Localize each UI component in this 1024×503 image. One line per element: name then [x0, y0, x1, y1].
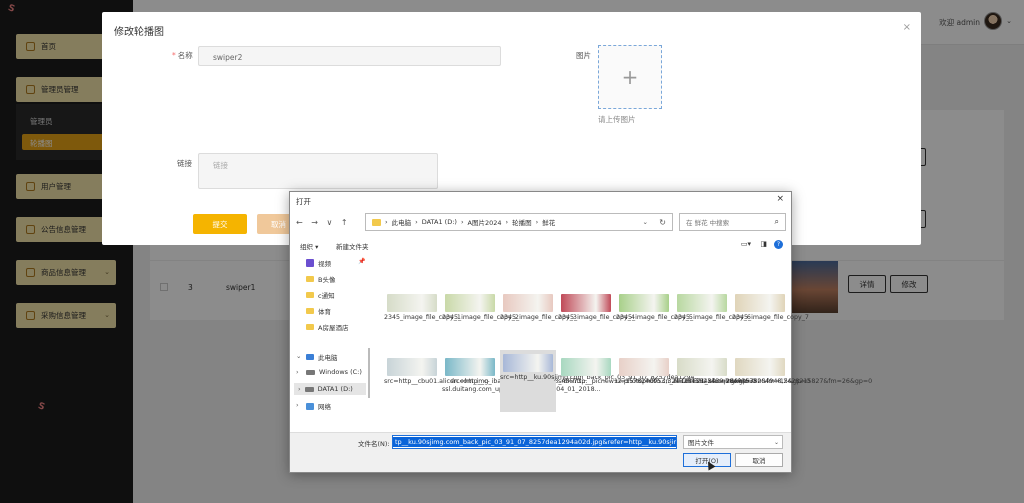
drive-icon	[304, 386, 314, 392]
tree-item-this-pc[interactable]: 此电脑	[306, 352, 338, 362]
nav-arrows[interactable]: ← → ∨ ↑	[296, 218, 351, 227]
file-thumbnail	[503, 294, 553, 312]
file-item[interactable]: src=http__picnew12.photophoto.cn_2018062…	[558, 354, 755, 386]
upload-tip: 请上传图片	[598, 115, 636, 124]
filetype-select[interactable]: 图片文件 ⌄	[683, 435, 783, 449]
file-item[interactable]: src=http__cbu01.alicdn.com_img_ibank_201…	[384, 354, 588, 386]
file-item[interactable]: u=2047823439,984945750&fm=15&gp=0	[674, 354, 810, 386]
file-thumbnail	[387, 294, 437, 312]
chevron-right-icon[interactable]: ›	[296, 368, 299, 376]
breadcrumb[interactable]: DATA1 (D:)	[422, 218, 457, 226]
dialog-footer: 文件名(N): tp__ku.90sjimg.com_back_pic_03_9…	[290, 432, 791, 472]
file-item[interactable]: 2345_image_file_copy_6	[674, 290, 751, 322]
breadcrumb[interactable]: 此电脑	[392, 217, 412, 227]
file-open-dialog: 打开 × ← → ∨ ↑ › 此电脑 › DATA1 (D:) › A图片2024 ›…	[289, 191, 872, 473]
folder-icon	[372, 218, 381, 226]
search-icon: ⌕	[774, 217, 779, 226]
tree-scrollbar[interactable]	[368, 348, 370, 398]
file-thumbnail	[735, 358, 785, 376]
filename-label: 文件名(N):	[358, 440, 390, 448]
breadcrumb[interactable]: 轮播图	[512, 217, 532, 227]
image-upload[interactable]: +	[598, 45, 662, 109]
drive-icon	[306, 369, 315, 375]
file-item[interactable]: 2345_image_file_copy_7	[732, 290, 809, 322]
file-thumbnail	[561, 294, 611, 312]
link-label: 链接	[177, 159, 192, 168]
chevron-down-icon[interactable]: ⌄	[643, 218, 648, 226]
chevron-right-icon[interactable]: ›	[296, 401, 299, 409]
folder-icon	[306, 292, 314, 298]
chevron-down-icon[interactable]: ⌄	[296, 352, 301, 360]
tree-item-folder[interactable]: A房屋酒店	[306, 322, 348, 332]
network-icon	[306, 402, 314, 410]
tree-item-folder[interactable]: 体育	[306, 306, 331, 316]
dialog-cancel-button[interactable]: 取消	[735, 453, 783, 467]
chevron-down-icon[interactable]: ⌄	[668, 439, 673, 446]
file-item[interactable]: 2345_image_file_copy_3	[500, 290, 577, 322]
close-icon[interactable]: ×	[776, 194, 784, 204]
dialog-toolbar: 组织 ▾ 新建文件夹 ▭▾ ◨ ?	[290, 237, 791, 253]
file-item[interactable]: src=http__c-ssl.duitang.com_uploads_item…	[442, 354, 601, 394]
breadcrumb[interactable]: A图片2024	[468, 217, 502, 227]
file-item[interactable]: 2345_image_file_copy_1	[384, 290, 461, 322]
file-thumbnail	[735, 294, 785, 312]
filename-input[interactable]: tp__ku.90sjimg.com_back_pic_03_91_07_825…	[392, 435, 677, 449]
file-thumbnail	[387, 358, 437, 376]
refresh-icon[interactable]: ↻	[659, 218, 666, 227]
file-item[interactable]: 2345_image_file_copy_4	[558, 290, 635, 322]
plus-icon: +	[621, 65, 639, 89]
preview-pane-icon[interactable]: ◨	[760, 240, 767, 248]
folder-icon	[306, 276, 314, 282]
file-thumbnail	[619, 294, 669, 312]
file-list: 2345_image_file_copy_1 2345_image_file_c…	[374, 254, 872, 432]
dialog-title: 打开	[296, 197, 311, 206]
file-item[interactable]: 2345_image_file_copy_5	[616, 290, 693, 322]
video-icon	[306, 259, 314, 267]
tree-item-network[interactable]: 网络	[306, 401, 331, 411]
name-label: * 名称	[172, 51, 193, 60]
folder-icon	[306, 308, 314, 314]
tree-item-folder[interactable]: B头像	[306, 274, 335, 284]
tree-item-folder[interactable]: c通知	[306, 290, 335, 300]
tree-item-drive-d[interactable]: › DATA1 (D:)	[294, 383, 366, 395]
file-thumbnail	[445, 294, 495, 312]
file-thumbnail	[503, 354, 553, 372]
file-thumbnail	[619, 358, 669, 376]
new-folder-button[interactable]: 新建文件夹	[336, 241, 369, 251]
file-item[interactable]: u=3638204948,2428215827&fm=26&gp=0	[732, 354, 872, 386]
modal-title: 修改轮播图	[114, 27, 164, 38]
view-icon[interactable]: ▭▾	[741, 240, 751, 248]
pin-icon: 📌	[358, 258, 366, 265]
search-input[interactable]: 在 鲜花 中搜索 ⌕	[679, 213, 786, 231]
file-thumbnail	[445, 358, 495, 376]
organize-button[interactable]: 组织 ▾	[300, 241, 318, 251]
close-icon[interactable]: ×	[903, 22, 911, 33]
file-thumbnail	[677, 294, 727, 312]
address-bar[interactable]: › 此电脑 › DATA1 (D:) › A图片2024 › 轮播图 › 鲜花 ⌄ ↻	[365, 213, 673, 231]
link-textarea[interactable]: 链接	[198, 153, 438, 189]
file-item[interactable]: u=1578240953,3243381594&fm=26&gp=0	[616, 354, 756, 386]
chevron-down-icon: ⌄	[773, 438, 779, 446]
file-thumbnail	[561, 358, 611, 376]
computer-icon	[306, 354, 314, 360]
tree-item-drive-c[interactable]: Windows (C:)	[306, 368, 362, 376]
navigation-pane: 视频 📌 B头像 c通知 体育 A房屋酒店 ⌄ 此电脑 › Windows (C…	[290, 254, 370, 434]
file-item[interactable]: 2345_image_file_copy_2	[442, 290, 519, 322]
help-icon[interactable]: ?	[774, 240, 783, 249]
tree-item-video[interactable]: 视频	[306, 258, 331, 268]
file-thumbnail	[677, 358, 727, 376]
name-input[interactable]: swiper2	[198, 46, 501, 66]
file-item-selected[interactable]: src=http__ku.90sjimg.com_back_pic_03_91_…	[500, 350, 700, 412]
submit-button[interactable]: 提交	[193, 214, 247, 234]
image-label: 图片	[576, 51, 591, 60]
breadcrumb[interactable]: 鲜花	[542, 217, 555, 227]
folder-icon	[306, 324, 314, 330]
